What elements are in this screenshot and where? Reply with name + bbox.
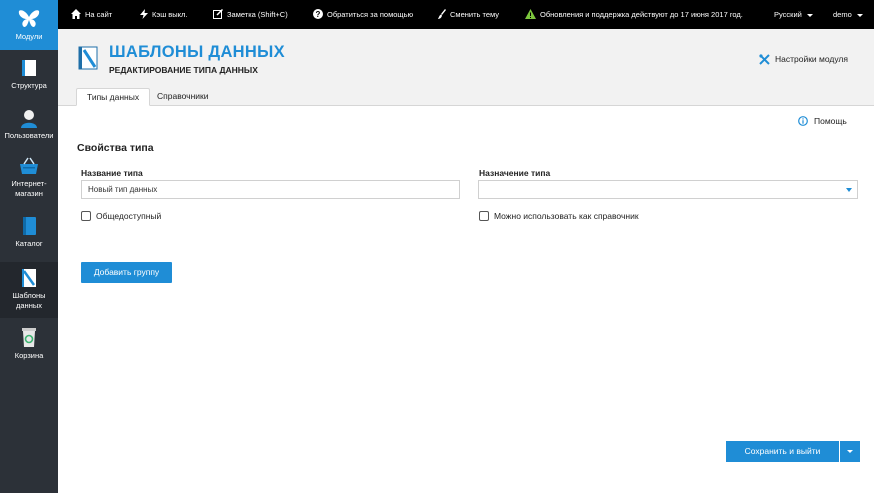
type-name-label: Название типа [81,168,143,178]
chevron-down-icon [846,188,852,192]
reference-checkbox-label: Можно использовать как справочник [494,211,639,221]
sidebar: Модули Структура Пользователи Интернет- … [0,0,58,493]
note-button[interactable]: Заметка (Shift+C) [213,0,288,29]
sidebar-item-label-line-1: Интернет- [11,179,47,188]
updates-notice[interactable]: Обновления и поддержка действуют до 17 и… [525,0,743,29]
sidebar-item-label: Структура [11,81,47,90]
sidebar-item-shop[interactable]: Интернет- магазин [0,156,58,206]
module-header: ШАБЛОНЫ ДАННЫХ РЕДАКТИРОВАНИЕ ТИПА ДАННЫ… [58,29,874,106]
lightning-icon [140,9,148,20]
tab-references[interactable]: Справочники [147,88,219,106]
sidebar-item-label: Модули [15,32,43,41]
chevron-down-icon [856,13,863,17]
to-site-label: На сайт [85,10,113,19]
sidebar-item-label-line-1: Шаблоны [12,291,46,300]
chevron-down-icon [806,13,813,17]
info-icon [798,115,808,126]
sidebar-item-label: Каталог [15,239,43,248]
public-checkbox[interactable]: Общедоступный [81,211,161,222]
warning-triangle-icon [525,9,536,20]
language-label: Русский [774,10,802,19]
reference-checkbox[interactable]: Можно использовать как справочник [479,211,639,222]
sidebar-item-label: Пользователи [4,131,54,140]
updates-label: Обновления и поддержка действуют до 17 и… [540,10,743,19]
data-templates-icon [22,269,36,287]
type-purpose-label: Назначение типа [479,168,551,178]
butterfly-icon [18,10,40,27]
svg-text:?: ? [316,10,321,19]
add-group-button[interactable]: Добавить группу [81,262,172,283]
checkbox-box[interactable] [81,211,91,221]
catalog-book-icon [23,217,36,235]
sidebar-item-modules[interactable]: Модули [0,0,58,50]
tab-data-types[interactable]: Типы данных [76,88,151,106]
language-dropdown[interactable]: Русский [774,0,813,29]
public-checkbox-label: Общедоступный [96,211,162,221]
brush-icon [438,9,446,20]
theme-button[interactable]: Сменить тему [438,0,499,29]
module-settings-link[interactable]: Настройки модуля [759,54,848,65]
basket-icon [20,157,38,174]
user-menu[interactable]: demo [833,0,863,29]
save-and-exit-button[interactable]: Сохранить и выйти [726,441,839,462]
support-label: Обратиться за помощью [327,10,414,19]
note-label: Заметка (Shift+C) [227,10,288,19]
support-button[interactable]: ? Обратиться за помощью [313,0,413,29]
chevron-down-icon [847,450,853,453]
page-title: ШАБЛОНЫ ДАННЫХ [109,43,285,61]
sidebar-item-trash[interactable]: Корзина [0,326,58,366]
sidebar-item-label: Корзина [14,351,44,360]
module-settings-label: Настройки модуля [774,54,848,64]
sidebar-item-label-line-2: магазин [15,189,43,198]
to-site-link[interactable]: На сайт [71,0,112,29]
top-bar: На сайт Кэш выкл. Заметка (Shift+C) ? Обр… [58,0,874,29]
theme-label: Сменить тему [450,10,500,19]
cache-label: Кэш выкл. [152,10,188,19]
help-link[interactable]: Помощь [798,115,847,127]
recycle-bin-icon [22,328,36,347]
data-templates-logo-icon [78,46,98,70]
checkbox-box[interactable] [479,211,489,221]
section-title: Свойства типа [77,142,154,154]
edit-note-icon [213,8,224,20]
save-options-toggle[interactable] [840,441,860,462]
sidebar-item-data-templates[interactable]: Шаблоны данных [0,262,58,318]
page-subtitle: РЕДАКТИРОВАНИЕ ТИПА ДАННЫХ [109,65,258,75]
structure-icon [22,60,36,76]
sidebar-item-structure[interactable]: Структура [0,58,58,100]
help-label: Помощь [814,116,847,126]
help-circle-icon: ? [313,9,323,20]
cache-toggle[interactable]: Кэш выкл. [140,0,188,29]
type-name-input[interactable]: Новый тип данных [81,180,460,199]
type-purpose-select[interactable] [478,180,858,199]
sidebar-item-users[interactable]: Пользователи [0,108,58,150]
user-label: demo [833,10,852,19]
sidebar-item-catalog[interactable]: Каталог [0,216,58,256]
tools-icon [759,54,770,65]
user-icon [21,110,37,128]
home-icon [71,9,81,20]
sidebar-item-label-line-2: данных [16,301,42,310]
